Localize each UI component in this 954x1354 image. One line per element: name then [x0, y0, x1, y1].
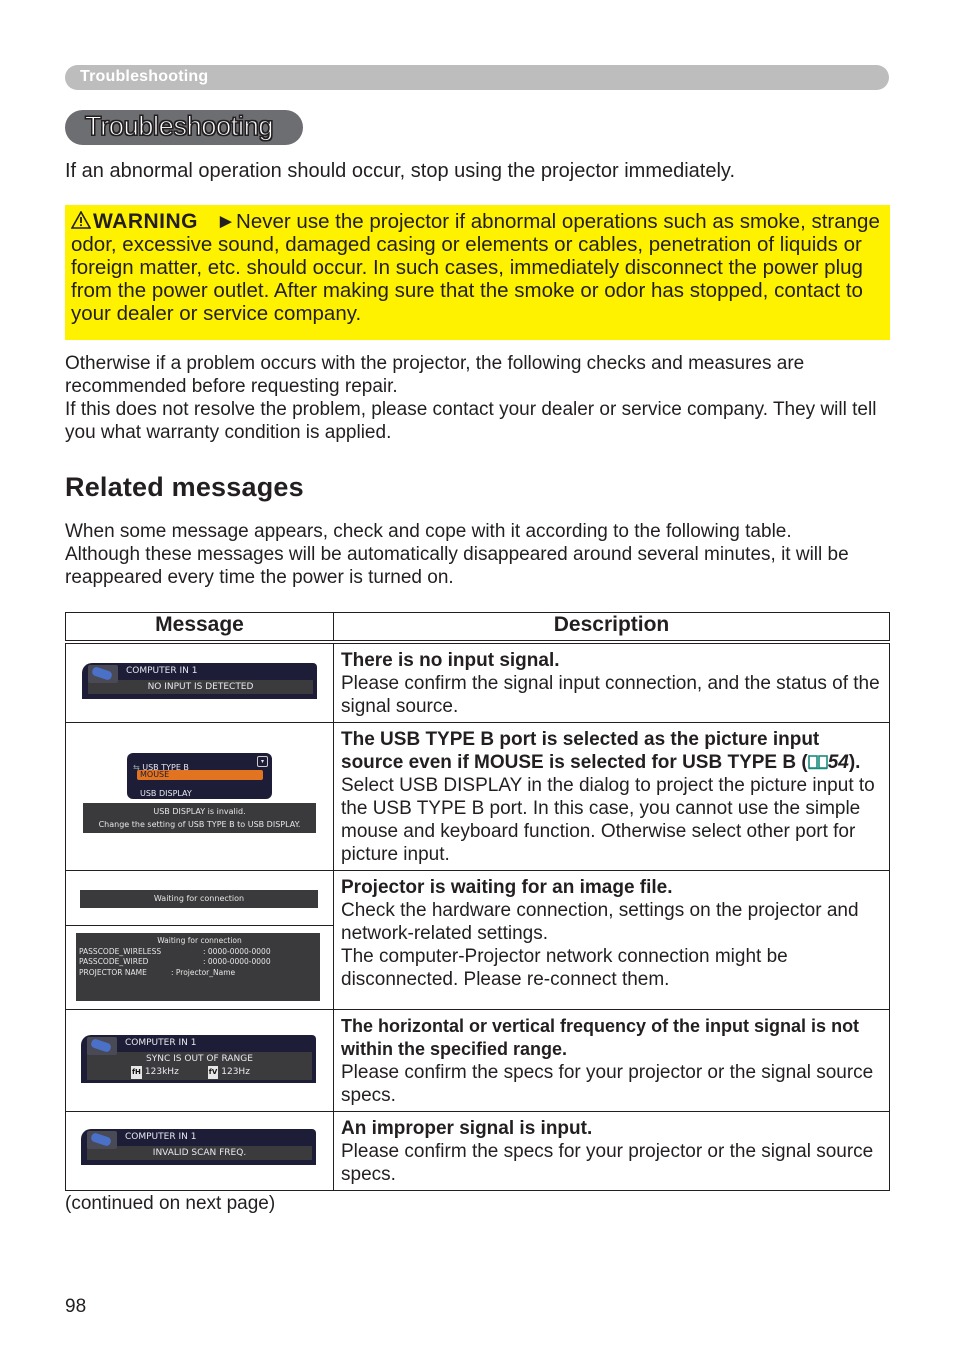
computer-connector-icon: [87, 1131, 117, 1149]
description-cell: Projector is waiting for an image file. …: [333, 870, 890, 1010]
osd-message: SYNC IS OUT OF RANGE: [146, 1054, 253, 1064]
messages-table: Message Description COMPUTER IN 1 NO INP…: [65, 612, 890, 1191]
message-image-cell: ⇆ USB TYPE B ▾ MOUSE USB DISPLAY USB DIS…: [65, 722, 334, 871]
continued-note: (continued on next page): [65, 1193, 276, 1214]
cell-divider: [66, 925, 333, 926]
warning-box: WARNING ►Never use the projector if abno…: [65, 205, 890, 340]
fv-value: 123Hz: [221, 1067, 250, 1077]
message-image-cell: COMPUTER IN 1 INVALID SCAN FREQ.: [65, 1111, 334, 1191]
section-title: Troubleshooting: [84, 111, 274, 142]
osd-detail-value: : 0000-0000-0000: [203, 957, 271, 966]
fv-icon: fV: [207, 1066, 219, 1079]
description-cell: An improper signal is input. Please conf…: [333, 1111, 890, 1191]
dropdown-chevron-icon[interactable]: ▾: [257, 756, 268, 767]
related-intro-line-1: When some message appears, check and cop…: [65, 521, 792, 542]
header-message: Message: [65, 612, 334, 644]
osd-detail-label: PROJECTOR NAME: [79, 967, 147, 977]
osd-message: INVALID SCAN FREQ.: [87, 1146, 312, 1160]
warning-label-group: WARNING: [71, 210, 204, 233]
table-row: COMPUTER IN 1 INVALID SCAN FREQ. An impr…: [65, 1111, 890, 1191]
osd-usb-notice: USB DISPLAY is invalid. Change the setti…: [83, 803, 316, 833]
osd-message: NO INPUT IS DETECTED: [88, 680, 313, 694]
fh-icon: fH: [131, 1066, 142, 1079]
otherwise-paragraph: Otherwise if a problem occurs with the p…: [65, 352, 895, 444]
osd-message-area: SYNC IS OUT OF RANGE fH 123kHz fV 123Hz: [87, 1052, 312, 1080]
osd-invalid-scan: COMPUTER IN 1 INVALID SCAN FREQ.: [81, 1129, 316, 1165]
computer-connector-icon: [87, 1037, 117, 1055]
message-image-cell: COMPUTER IN 1 NO INPUT IS DETECTED: [65, 641, 334, 723]
otherwise-line-1: Otherwise if a problem occurs with the p…: [65, 353, 805, 397]
fh-value: 123kHz: [144, 1067, 179, 1077]
section-title-pill: Troubleshooting: [65, 110, 303, 145]
description-title-text: The USB TYPE B port is selected as the p…: [341, 729, 820, 773]
osd-frequencies: fH 123kHz fV 123Hz: [87, 1066, 312, 1079]
warning-arrow-icon: ►: [215, 210, 237, 233]
related-intro: When some message appears, check and cop…: [65, 520, 895, 589]
table-row: ⇆ USB TYPE B ▾ MOUSE USB DISPLAY USB DIS…: [65, 722, 890, 871]
intro-text: If an abnormal operation should occur, s…: [65, 160, 735, 182]
osd-detail-label: PASSCODE_WIRED: [79, 957, 149, 966]
warning-text-block: WARNING ►Never use the projector if abno…: [71, 210, 883, 325]
osd-detail-line: PROJECTOR NAME : Projector_Name: [79, 968, 320, 979]
message-image-cell: COMPUTER IN 1 SYNC IS OUT OF RANGE fH 123…: [65, 1009, 334, 1112]
page-reference-link[interactable]: 54: [828, 752, 849, 773]
osd-detail-line: PASSCODE_WIRELESS : 0000-0000-0000: [79, 947, 320, 958]
osd-sync-out-of-range: COMPUTER IN 1 SYNC IS OUT OF RANGE fH 123…: [81, 1035, 316, 1083]
description-title: There is no input signal.: [341, 650, 560, 671]
description-body-2: The computer-Projector network connectio…: [341, 946, 788, 990]
description-cell: The horizontal or vertical frequency of …: [333, 1009, 890, 1112]
otherwise-line-2: If this does not resolve the problem, pl…: [65, 399, 877, 443]
osd-detail-line: PASSCODE_WIRED : 0000-0000-0000: [79, 957, 320, 968]
osd-waiting-detail: Waiting for connection PASSCODE_WIRELESS…: [76, 933, 320, 1001]
table-row: COMPUTER IN 1 SYNC IS OUT OF RANGE fH 123…: [65, 1009, 890, 1112]
usb-notice-line-1: USB DISPLAY is invalid.: [153, 807, 246, 816]
table-row: Waiting for connection Waiting for conne…: [65, 870, 890, 1010]
description-body-1: Check the hardware connection, settings …: [341, 900, 859, 944]
description-title: The horizontal or vertical frequency of …: [341, 1016, 860, 1059]
description-cell: There is no input signal. Please confirm…: [333, 641, 890, 723]
usb-option-usb-display[interactable]: USB DISPLAY: [140, 782, 192, 805]
description-body: Please confirm the specs for your projec…: [341, 1062, 874, 1106]
osd-no-input: COMPUTER IN 1 NO INPUT IS DETECTED: [82, 663, 317, 699]
description-body: Please confirm the signal input connecti…: [341, 673, 880, 717]
osd-usb-type-b-menu: ⇆ USB TYPE B ▾ MOUSE USB DISPLAY: [127, 753, 272, 799]
usb-notice-line-2: Change the setting of USB TYPE B to USB …: [98, 820, 301, 829]
computer-connector-icon: [88, 665, 118, 683]
description-title: The USB TYPE B port is selected as the p…: [341, 729, 861, 773]
osd-detail-title: Waiting for connection: [157, 936, 242, 945]
osd-detail-label: PASSCODE_WIRELESS: [79, 946, 162, 956]
running-header-text: Troubleshooting: [80, 68, 209, 85]
running-header: Troubleshooting: [65, 65, 889, 90]
description-title: An improper signal is input.: [341, 1118, 593, 1139]
description-body: Select USB DISPLAY in the dialog to proj…: [341, 775, 875, 865]
book-icon: [807, 755, 828, 770]
table-row: COMPUTER IN 1 NO INPUT IS DETECTED There…: [65, 641, 890, 723]
osd-waiting-simple: Waiting for connection: [80, 890, 318, 908]
related-intro-line-2: Although these messages will be automati…: [65, 544, 849, 588]
related-messages-heading: Related messages: [65, 472, 304, 502]
warning-triangle-icon: [71, 211, 91, 229]
description-title: Projector is waiting for an image file.: [341, 877, 673, 898]
osd-detail-value: : Projector_Name: [171, 967, 236, 977]
header-description: Description: [333, 612, 890, 644]
description-body: Please confirm the specs for your projec…: [341, 1141, 874, 1185]
table-header-row: Message Description: [65, 612, 890, 644]
message-image-cell: Waiting for connection Waiting for conne…: [65, 870, 334, 1010]
osd-detail-value: : 0000-0000-0000: [203, 946, 271, 956]
page-number: 98: [65, 1296, 87, 1317]
usb-option-mouse[interactable]: MOUSE: [137, 770, 263, 780]
description-cell: The USB TYPE B port is selected as the p…: [333, 722, 890, 871]
warning-label: WARNING: [93, 210, 198, 233]
